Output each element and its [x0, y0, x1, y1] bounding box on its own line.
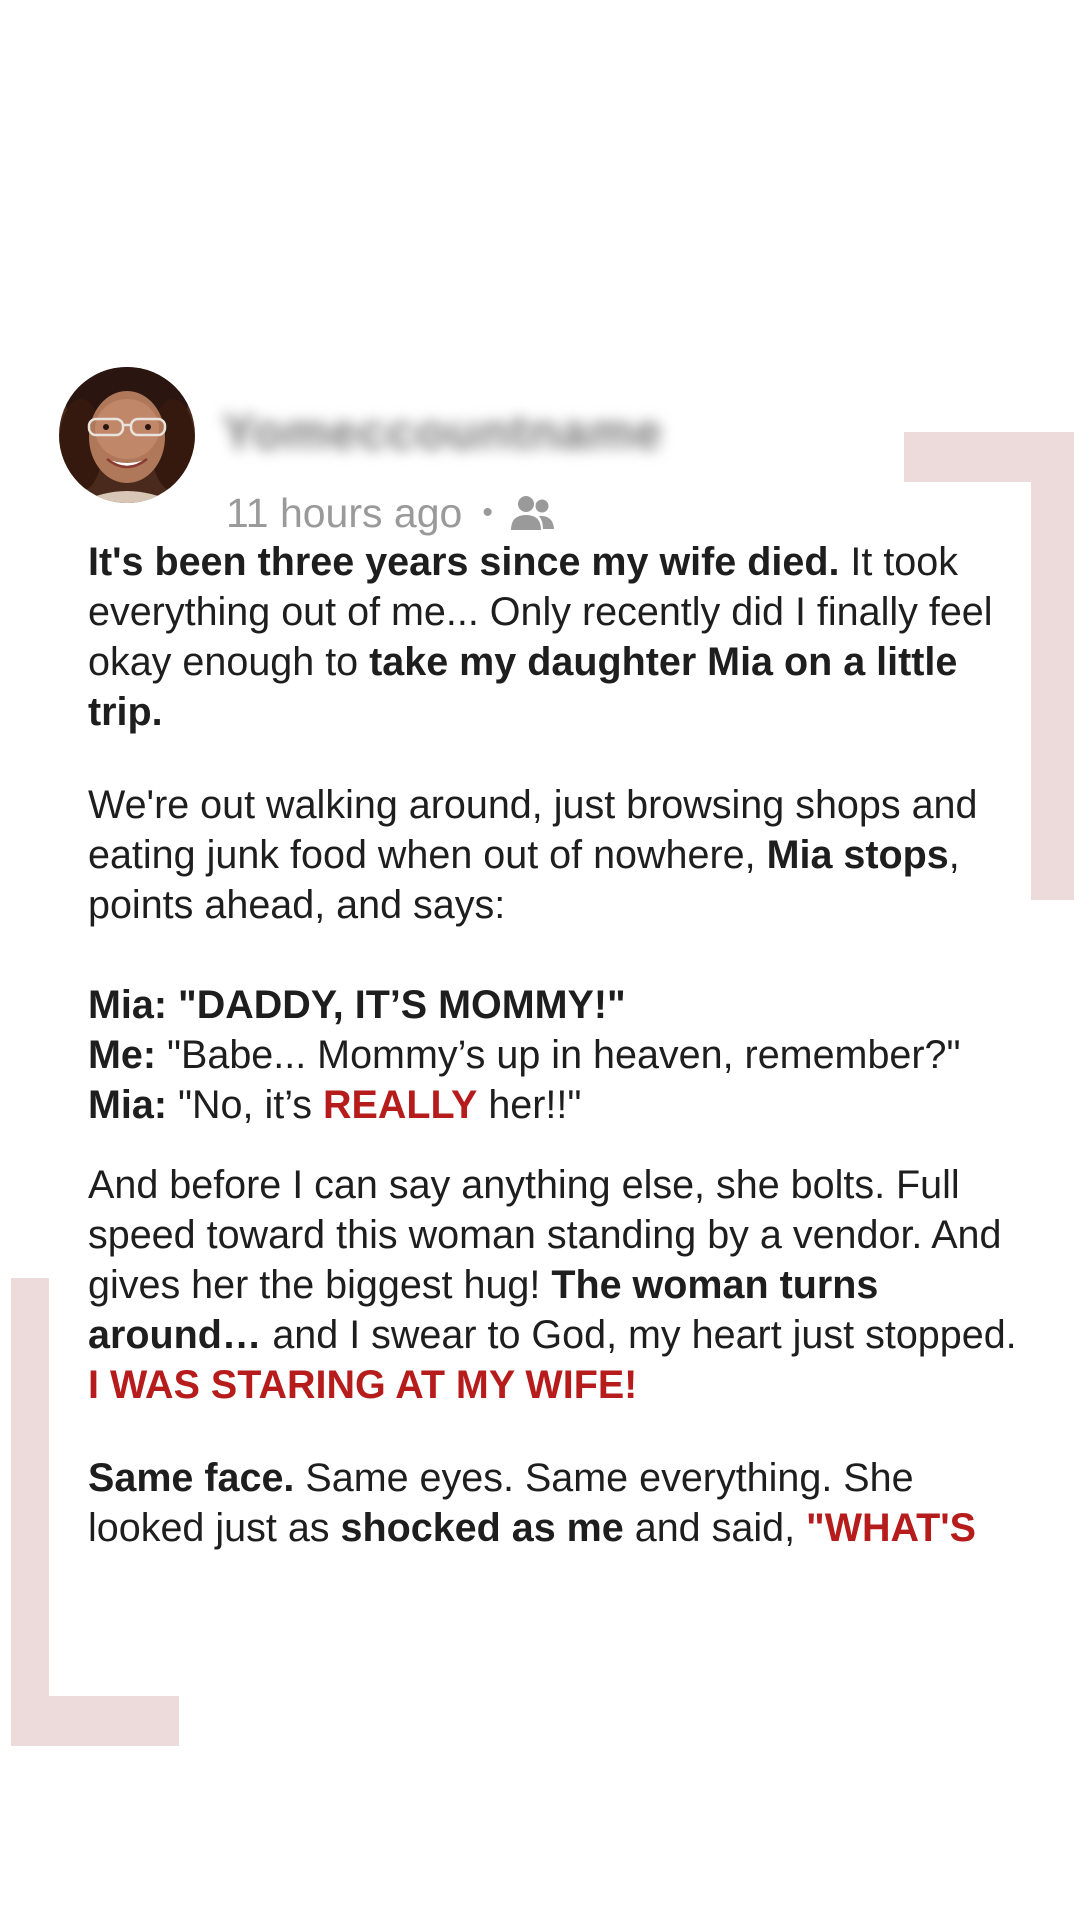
body-text: and said,: [623, 1506, 807, 1550]
bold-text: Same face.: [88, 1456, 295, 1500]
bold-text: Mia stops: [766, 833, 949, 877]
friends-icon[interactable]: [509, 493, 555, 533]
speaker-label: Mia:: [88, 1083, 167, 1127]
dialogue-line-1: Mia: "DADDY, IT’S MOMMY!": [88, 980, 1018, 1030]
avatar-portrait: [59, 367, 195, 503]
post-paragraph-3: And before I can say anything else, she …: [88, 1160, 1018, 1410]
post-paragraph-4: Same face. Same eyes. Same everything. S…: [88, 1453, 1018, 1553]
post-meta: 11 hours ago •: [226, 488, 555, 538]
bold-text: Mia: "DADDY, IT’S MOMMY!": [88, 983, 626, 1027]
decorative-bracket-top-right-vertical: [1031, 432, 1074, 900]
avatar[interactable]: [59, 367, 195, 503]
emphasis-text: REALLY: [322, 1083, 478, 1127]
author-name[interactable]: Yomeccountname: [222, 403, 663, 461]
emphasis-text: I WAS STARING AT MY WIFE!: [88, 1363, 638, 1407]
decorative-bracket-bottom-left-vertical: [11, 1278, 49, 1746]
post-paragraph-2: We're out walking around, just browsing …: [88, 780, 1018, 930]
bold-text: shocked as me: [340, 1506, 624, 1550]
meta-separator: •: [482, 496, 493, 529]
dialogue-line-3: Mia: "No, it’s REALLY her!!": [88, 1080, 1018, 1130]
body-text: "No, it’s: [167, 1083, 323, 1127]
speaker-label: Me:: [88, 1033, 157, 1077]
post-paragraph-1: It's been three years since my wife died…: [88, 537, 1018, 737]
body-text: "Babe... Mommy’s up in heaven, remember?…: [156, 1033, 961, 1077]
body-text: her!!": [477, 1083, 582, 1127]
post-timestamp[interactable]: 11 hours ago: [226, 490, 462, 537]
bold-text: It's been three years since my wife died…: [88, 540, 840, 584]
emphasis-text: "WHAT'S: [806, 1506, 977, 1550]
post-body: It's been three years since my wife died…: [88, 537, 1018, 1637]
body-text: and I swear to God, my heart just stoppe…: [261, 1313, 1017, 1357]
dialogue-line-2: Me: "Babe... Mommy’s up in heaven, remem…: [88, 1030, 1018, 1080]
decorative-bracket-bottom-left: [11, 1696, 179, 1746]
